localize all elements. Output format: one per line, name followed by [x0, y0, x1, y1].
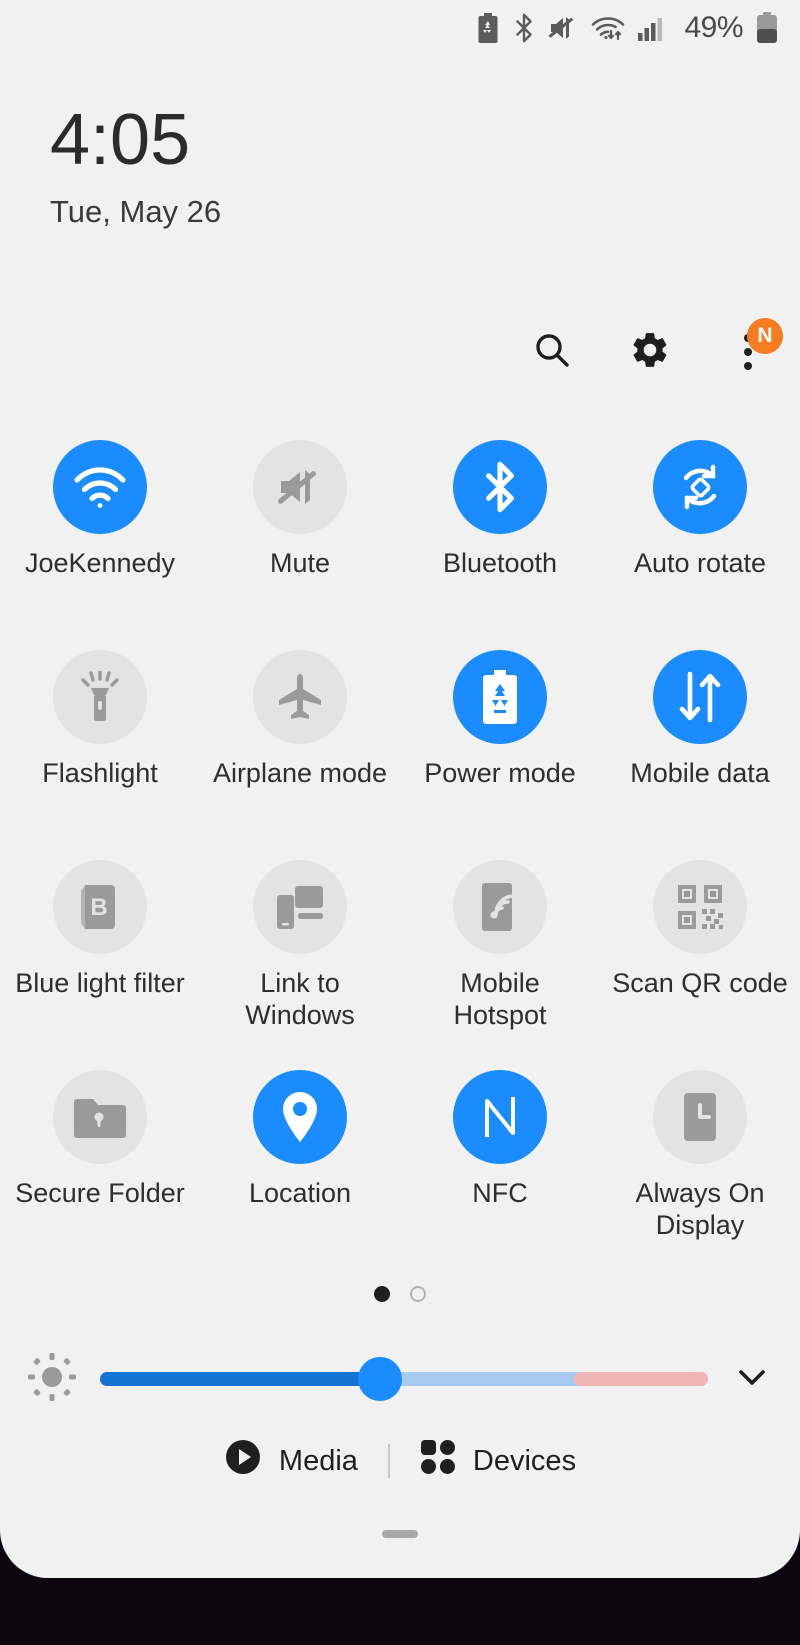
location-pin-icon: [253, 1070, 347, 1164]
tile-label: Mute: [269, 548, 331, 578]
cell-signal-icon: [638, 14, 668, 42]
volume-mute-icon: [253, 440, 347, 534]
qr-code-icon: [653, 860, 747, 954]
tile-link-to-windows[interactable]: Link to Windows: [200, 860, 400, 1070]
power-mode-icon: [453, 650, 547, 744]
tile-label: Flashlight: [42, 758, 158, 788]
tile-label: Blue light filter: [15, 968, 185, 998]
page-dot-1[interactable]: [374, 1286, 390, 1302]
settings-button[interactable]: [628, 330, 672, 374]
quick-settings-panel: 49% 4:05 Tue, May 26 N JoeKennedy Mute B…: [0, 0, 800, 1578]
tile-secure-folder[interactable]: Secure Folder: [0, 1070, 200, 1280]
tile-label: Bluetooth: [442, 548, 558, 578]
tile-label: Always On Display: [635, 1178, 765, 1240]
wifi-icon: [53, 440, 147, 534]
tile-label: Airplane mode: [212, 758, 388, 788]
brightness-warm-segment: [574, 1372, 708, 1386]
tile-label: Link to Windows: [245, 968, 355, 1030]
notification-badge: N: [747, 318, 783, 354]
clock-date: Tue, May 26: [50, 194, 222, 229]
brightness-fill: [100, 1372, 380, 1386]
wifi-data-icon: [591, 14, 625, 42]
play-circle-icon: [224, 1438, 262, 1484]
power-saving-battery-icon: [476, 13, 500, 43]
brightness-sun-icon: [26, 1351, 78, 1408]
clock-time: 4:05: [50, 100, 191, 180]
status-bar: 49%: [476, 0, 800, 56]
gear-icon: [629, 329, 671, 376]
brightness-thumb[interactable]: [357, 1357, 402, 1401]
bluetooth-icon: [453, 440, 547, 534]
more-options-button[interactable]: N: [726, 318, 783, 374]
tile-wifi[interactable]: JoeKennedy: [0, 440, 200, 650]
tile-label: Power mode: [424, 758, 576, 788]
volume-mute-icon: [548, 14, 578, 42]
tile-label: Mobile data: [630, 758, 770, 788]
brightness-slider[interactable]: [100, 1357, 708, 1401]
header-actions: N: [530, 318, 783, 374]
mobile-data-icon: [653, 650, 747, 744]
tile-label: Mobile Hotspot: [453, 968, 547, 1030]
auto-rotate-icon: [653, 440, 747, 534]
page-dot-2[interactable]: [410, 1286, 426, 1302]
tile-power-mode[interactable]: Power mode: [400, 650, 600, 860]
airplane-icon: [253, 650, 347, 744]
tile-scan-qr-code[interactable]: Scan QR code: [600, 860, 800, 1070]
devices-button[interactable]: Devices: [390, 1439, 606, 1483]
tile-nfc[interactable]: NFC: [400, 1070, 600, 1280]
panel-drag-handle[interactable]: [382, 1530, 418, 1538]
hotspot-icon: [453, 860, 547, 954]
tile-label: Scan QR code: [612, 968, 788, 998]
tile-label: Auto rotate: [633, 548, 767, 578]
svg-text:B: B: [90, 894, 107, 921]
tile-mute[interactable]: Mute: [200, 440, 400, 650]
clock-block[interactable]: 4:05 Tue, May 26: [50, 104, 221, 230]
secure-folder-icon: [53, 1070, 147, 1164]
search-icon: [532, 330, 572, 375]
link-to-windows-icon: [253, 860, 347, 954]
media-button[interactable]: Media: [194, 1438, 388, 1484]
tile-mobile-hotspot[interactable]: Mobile Hotspot: [400, 860, 600, 1070]
media-label: Media: [278, 1444, 358, 1477]
tile-mobile-data[interactable]: Mobile data: [600, 650, 800, 860]
devices-grid-icon: [420, 1439, 456, 1483]
tile-flashlight[interactable]: Flashlight: [0, 650, 200, 860]
always-on-display-icon: [653, 1070, 747, 1164]
page-indicator: [0, 1286, 800, 1302]
tile-label: Location: [248, 1178, 352, 1208]
tile-airplane-mode[interactable]: Airplane mode: [200, 650, 400, 860]
flashlight-icon: [53, 650, 147, 744]
nfc-icon: [453, 1070, 547, 1164]
search-button[interactable]: [530, 330, 574, 374]
tile-bluetooth[interactable]: Bluetooth: [400, 440, 600, 650]
tile-label: JoeKennedy: [24, 548, 176, 578]
battery-percent-label: 49%: [684, 11, 743, 44]
tile-label: NFC: [472, 1178, 528, 1208]
footer-bar: Media Devices: [0, 1418, 800, 1504]
bluetooth-icon: [513, 13, 535, 43]
blue-light-icon: B: [53, 860, 147, 954]
battery-icon: [756, 12, 778, 44]
tile-label: Secure Folder: [15, 1178, 185, 1208]
tile-auto-rotate[interactable]: Auto rotate: [600, 440, 800, 650]
devices-label: Devices: [472, 1444, 577, 1477]
tile-always-on-display[interactable]: Always On Display: [600, 1070, 800, 1280]
quick-toggle-grid: JoeKennedy Mute Bluetooth Auto rotate Fl…: [0, 440, 800, 1280]
tile-location[interactable]: Location: [200, 1070, 400, 1280]
tile-blue-light-filter[interactable]: B Blue light filter: [0, 860, 200, 1070]
brightness-row: [0, 1336, 800, 1422]
expand-brightness-button[interactable]: [730, 1355, 774, 1404]
